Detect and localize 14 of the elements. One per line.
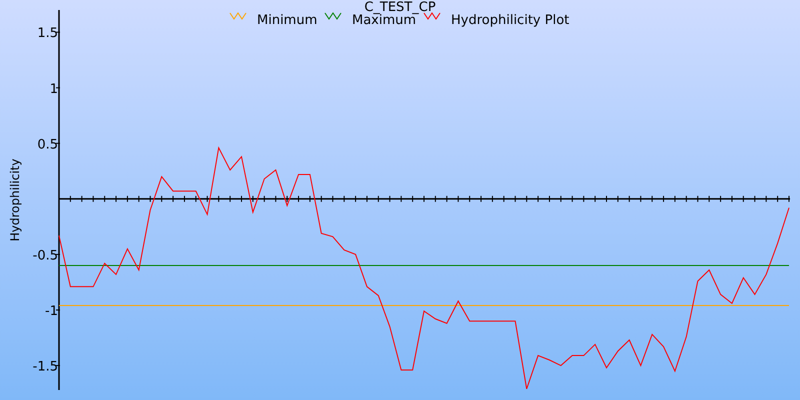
legend-label: Maximum	[352, 13, 416, 28]
legend-label: Minimum	[257, 13, 318, 28]
y-tick-label: -0.5	[32, 248, 58, 264]
y-tick-label: 1.5	[37, 26, 58, 42]
legend-zigzag-icon	[424, 12, 440, 20]
y-tick-label: -1.5	[32, 360, 58, 375]
legend-zigzag-icon	[324, 12, 342, 20]
y-tick-label: 0.5	[37, 137, 58, 152]
chart-title: C_TEST_CP	[364, 0, 436, 15]
y-tick-label: 1	[50, 82, 58, 97]
legend-zigzag-icon	[230, 12, 246, 20]
y-axis-label: Hydrophilicity	[8, 158, 22, 242]
y-tick-label: -1	[45, 304, 58, 319]
legend-label: Hydrophilicity Plot	[451, 13, 570, 28]
